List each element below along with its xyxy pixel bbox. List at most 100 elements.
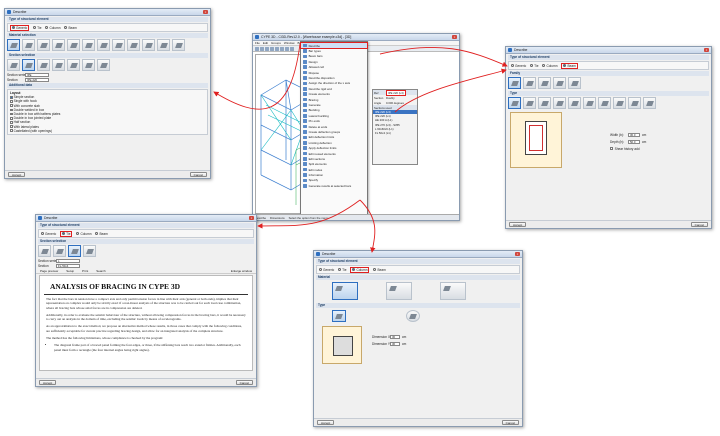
menu-groups[interactable]: Groups: [271, 41, 281, 45]
dimension-x-input[interactable]: 30: [390, 334, 400, 339]
cancel-button[interactable]: Cancel: [235, 380, 253, 385]
print-button[interactable]: Print: [82, 269, 88, 273]
type-tile[interactable]: [583, 97, 596, 109]
type-tile[interactable]: [628, 97, 641, 109]
close-icon[interactable]: ×: [203, 10, 208, 14]
status-tab[interactable]: Dimensions: [270, 216, 285, 220]
material-tile[interactable]: [67, 39, 80, 51]
material-tile[interactable]: [172, 39, 185, 51]
type-tile[interactable]: [332, 310, 346, 322]
menu-window[interactable]: Window: [284, 41, 295, 45]
section-tile[interactable]: [68, 245, 81, 257]
toolbar-icon[interactable]: [270, 46, 274, 51]
family-tile[interactable]: [553, 77, 566, 89]
material-tile[interactable]: [112, 39, 125, 51]
menu-item[interactable]: Generate results at selected bars: [301, 183, 367, 188]
type-tile[interactable]: [508, 97, 521, 109]
material-tile[interactable]: [82, 39, 95, 51]
radio-generic[interactable]: Generic: [319, 268, 334, 272]
section-tile[interactable]: [38, 245, 51, 257]
close-icon[interactable]: ×: [249, 216, 254, 220]
type-tile[interactable]: [553, 97, 566, 109]
radio-column[interactable]: Column: [45, 26, 60, 30]
section-tile[interactable]: [83, 245, 96, 257]
radio-generic[interactable]: Generic: [10, 24, 30, 31]
type-tile[interactable]: [538, 97, 551, 109]
type-tile[interactable]: [406, 310, 420, 322]
type-tile[interactable]: [523, 97, 536, 109]
accept-button[interactable]: Accept: [39, 380, 57, 385]
menu-file[interactable]: File: [255, 41, 260, 45]
setup-button[interactable]: Setup: [66, 269, 74, 273]
toolbar-icon[interactable]: [275, 46, 279, 51]
enlarge-window-button[interactable]: Enlarge window: [231, 269, 252, 273]
dimension-y-input[interactable]: 30: [390, 341, 400, 346]
material-tile[interactable]: [127, 39, 140, 51]
radio-beam[interactable]: Beam: [373, 268, 386, 272]
type-tile[interactable]: [643, 97, 656, 109]
section-tile[interactable]: [67, 59, 80, 71]
list-item[interactable]: FL 50x4 (L1): [373, 131, 417, 135]
family-tile[interactable]: [568, 77, 581, 89]
close-icon[interactable]: ×: [452, 35, 457, 39]
accept-button[interactable]: Accept: [8, 172, 26, 177]
material-tile[interactable]: [440, 282, 466, 300]
type-tile[interactable]: [613, 97, 626, 109]
material-tile[interactable]: [37, 39, 50, 51]
toolbar-icon[interactable]: [290, 46, 294, 51]
section-select[interactable]: FL-50x4: [56, 263, 80, 268]
radio-beam[interactable]: Beam: [561, 62, 578, 69]
material-tile[interactable]: [332, 282, 358, 300]
section-select[interactable]: IPE-220: [25, 77, 49, 82]
radio-generic[interactable]: Generic: [41, 232, 56, 236]
close-icon[interactable]: ×: [704, 48, 709, 52]
family-tile[interactable]: [523, 77, 536, 89]
doc-viewer[interactable]: ANALYSIS OF BRACING IN CYPE 3D The fact …: [39, 275, 253, 371]
accept-button[interactable]: Accept: [509, 222, 527, 227]
radio-beam[interactable]: Beam: [95, 232, 108, 236]
material-tile[interactable]: [386, 282, 412, 300]
accept-button[interactable]: Accept: [317, 420, 335, 425]
type-tile[interactable]: [598, 97, 611, 109]
page-preview-button[interactable]: Page preview: [40, 269, 58, 273]
toolbar-icon[interactable]: [280, 46, 284, 51]
material-tile[interactable]: [52, 39, 65, 51]
radio-tie[interactable]: Tie: [530, 64, 538, 68]
section-tile[interactable]: [53, 245, 66, 257]
radio-beam[interactable]: Beam: [64, 26, 77, 30]
section-series-select[interactable]: IPE: [25, 72, 49, 77]
width-input[interactable]: 30.0: [628, 132, 640, 137]
close-icon[interactable]: ×: [515, 252, 520, 256]
toolbar-icon[interactable]: [265, 46, 269, 51]
depth-input[interactable]: 50.0: [628, 139, 640, 144]
material-tile[interactable]: [22, 39, 35, 51]
family-tile[interactable]: [508, 77, 521, 89]
material-tile[interactable]: [7, 39, 20, 51]
material-tile[interactable]: [142, 39, 155, 51]
toolbar-icon[interactable]: [285, 46, 289, 51]
radio-tie[interactable]: Tie: [338, 268, 346, 272]
type-tile[interactable]: [568, 97, 581, 109]
cancel-button[interactable]: Cancel: [690, 222, 708, 227]
section-tile[interactable]: [37, 59, 50, 71]
section-tile[interactable]: [7, 59, 20, 71]
shear-checkbox[interactable]: [610, 147, 613, 150]
radio-tie[interactable]: Tie: [60, 230, 73, 237]
section-tile[interactable]: [82, 59, 95, 71]
material-tile[interactable]: [97, 39, 110, 51]
radio-column[interactable]: Column: [542, 64, 557, 68]
family-tile[interactable]: [538, 77, 551, 89]
section-series-select[interactable]: L: [56, 258, 80, 263]
cancel-button[interactable]: Cancel: [501, 420, 519, 425]
radio-tie[interactable]: Tie: [33, 26, 41, 30]
cancel-button[interactable]: Cancel: [189, 172, 207, 177]
toolbar-icon[interactable]: [255, 46, 259, 51]
section-tile[interactable]: [97, 59, 110, 71]
radio-column[interactable]: Column: [350, 266, 370, 273]
material-tile[interactable]: [157, 39, 170, 51]
section-tile[interactable]: [52, 59, 65, 71]
toolbar-icon[interactable]: [260, 46, 264, 51]
radio-column[interactable]: Column: [76, 232, 91, 236]
section-tile[interactable]: [22, 59, 35, 71]
menu-edit[interactable]: Edit: [263, 41, 268, 45]
